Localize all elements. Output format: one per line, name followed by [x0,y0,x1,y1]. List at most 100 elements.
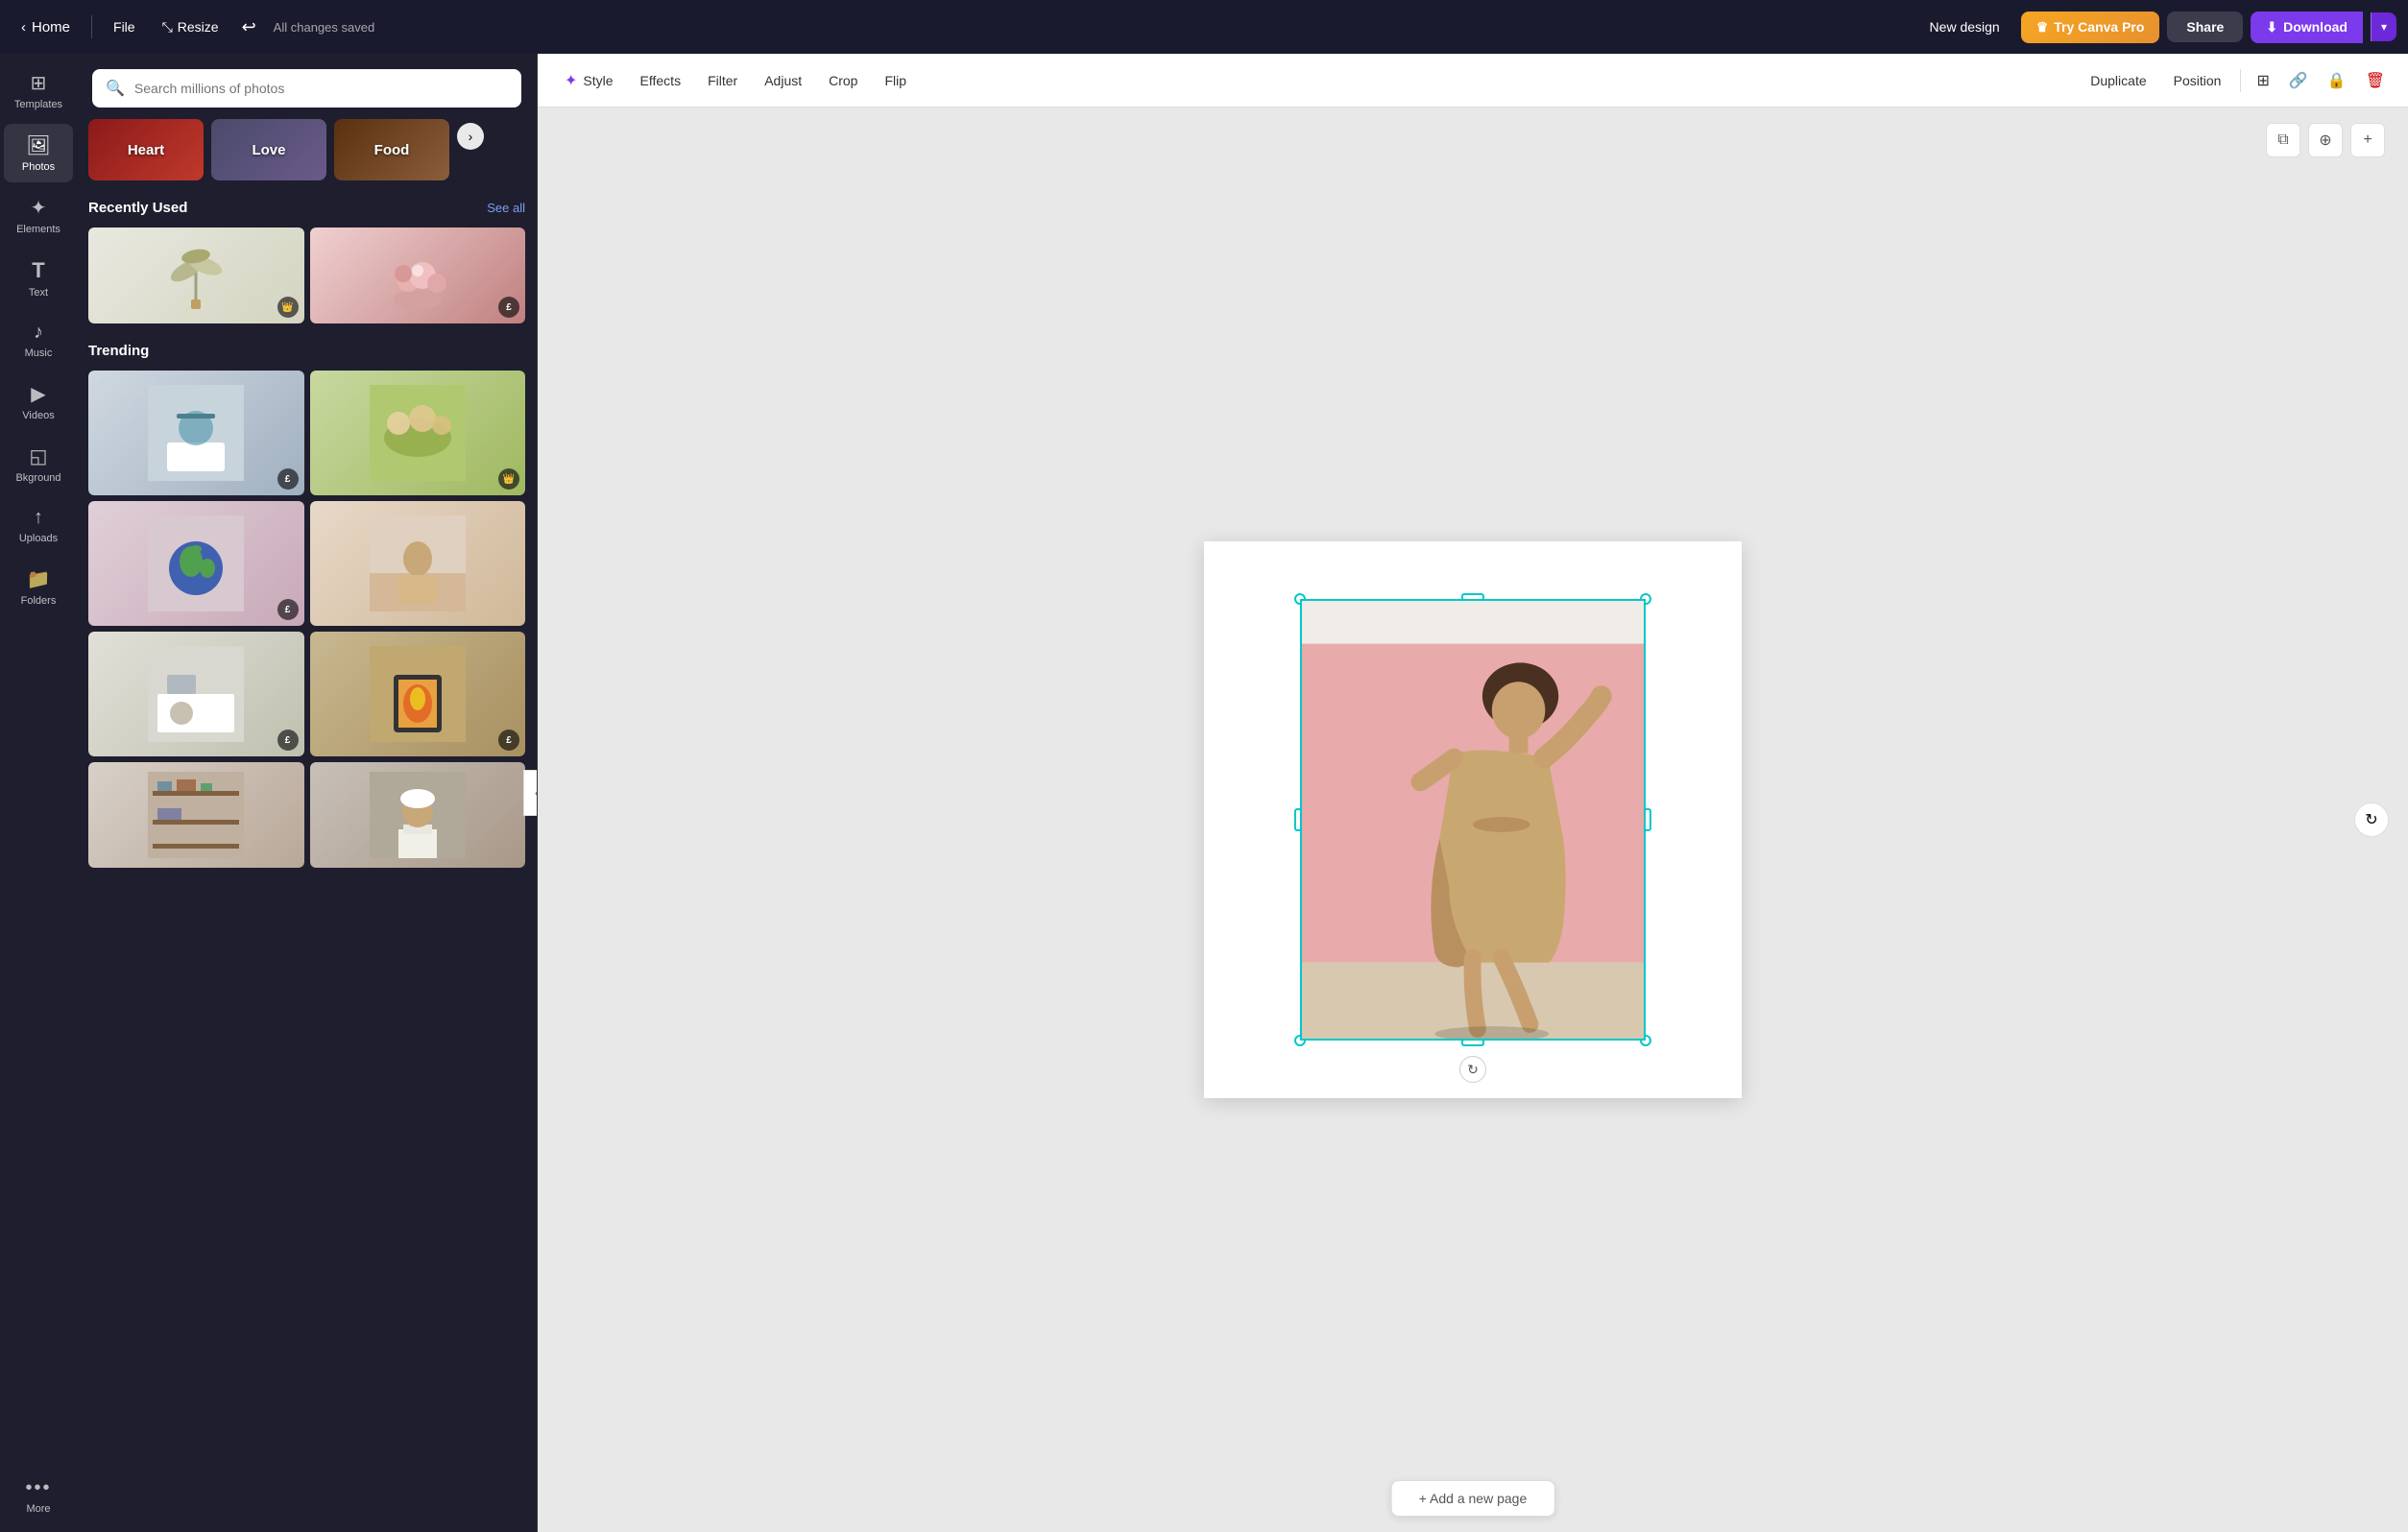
sidebar-item-label: Text [29,287,48,299]
category-next-arrow[interactable]: › [457,123,484,150]
download-button[interactable]: ⬇ Download [2251,12,2363,43]
photo-thumb-chef[interactable] [310,762,526,868]
category-heart-label: Heart [88,119,204,180]
download-dropdown-button[interactable]: ▾ [2371,12,2396,41]
toolbar: ✦ Style Effects Filter Adjust Crop Flip … [538,54,2408,108]
sidebar-item-music[interactable]: ♪ Music [4,312,73,369]
templates-icon: ⊞ [31,71,47,95]
category-strip: Heart Love Food › [77,119,537,192]
sidebar-item-more[interactable]: ••• More [4,1468,73,1524]
main-container: ⊞ Templates 🖼 Photos ✦ Elements T Text ♪… [0,54,2408,1532]
crop-button[interactable]: Crop [817,67,869,94]
filter-button[interactable]: Filter [696,67,749,94]
selected-image[interactable]: ↻ [1300,599,1646,1041]
sidebar-item-label: Templates [14,99,62,110]
share-button[interactable]: Share [2167,12,2243,42]
top-navigation: ‹ Home File ⤡ Resize ↩ All changes saved… [0,0,2408,54]
fireplace-image [370,646,466,742]
file-label: File [113,19,135,35]
effects-label: Effects [640,73,682,88]
see-all-button[interactable]: See all [487,201,525,215]
photo-thumb-cooking[interactable]: £ [88,371,304,495]
sidebar-item-templates[interactable]: ⊞ Templates [4,61,73,120]
chevron-down-icon: ▾ [2381,20,2387,34]
category-food-label: Food [334,119,449,180]
add-new-page-button[interactable]: + Add a new page [1391,1480,1555,1517]
person-image [370,515,466,611]
category-love[interactable]: Love [211,119,326,180]
palm-image [167,237,225,314]
sidebar-item-folders[interactable]: 📁 Folders [4,558,73,616]
photo-thumb-person[interactable] [310,501,526,626]
music-icon: ♪ [34,322,43,344]
lock-icon-button[interactable]: 🔒 [2320,65,2354,96]
hide-panel-button[interactable]: ‹ [523,770,538,816]
category-heart[interactable]: Heart [88,119,204,180]
search-input-wrap[interactable]: 🔍 [92,69,521,108]
saved-status: All changes saved [274,20,375,35]
canvas-workspace: ⧉ ⊕ + ↻ [538,108,2408,1532]
badge-pound-4: £ [277,730,299,751]
photo-thumb-picnic[interactable]: 👑 [310,371,526,495]
download-icon: ⬇ [2266,19,2277,36]
chevron-left-icon: ‹ [21,19,26,36]
file-button[interactable]: File [104,13,145,40]
more-icon: ••• [25,1477,51,1499]
canvas-page: ↻ [1204,541,1742,1098]
style-button[interactable]: ✦ Style [553,65,625,96]
sidebar-item-label: Photos [22,161,55,173]
badge-pound-3: £ [277,599,299,620]
resize-button[interactable]: ⤡ Resize [153,13,229,41]
sidebar-item-background[interactable]: ◱ Bkground [4,435,73,493]
badge-pound-5: £ [498,730,519,751]
sidebar-item-text[interactable]: T Text [4,249,73,308]
add-page-button-top[interactable]: + [2350,123,2385,157]
rotate-handle[interactable]: ↻ [1459,1056,1486,1083]
picnic-image [370,385,466,481]
copy-page-button[interactable]: ⧉ [2266,123,2300,157]
recently-used-header: Recently Used See all [88,200,525,216]
search-bar: 🔍 [77,54,537,119]
link-icon-button[interactable]: 🔗 [2281,65,2316,96]
canvas-image-svg [1302,601,1644,1039]
photo-thumb-shelves[interactable] [88,762,304,868]
photo-thumb-fireplace[interactable]: £ [310,632,526,756]
search-input[interactable] [134,81,508,96]
trending-grid: £ 👑 [88,371,525,868]
undo-button[interactable]: ↩ [236,12,262,43]
flip-button[interactable]: Flip [873,67,918,94]
category-food[interactable]: Food [334,119,449,180]
effects-button[interactable]: Effects [629,67,693,94]
duplicate-page-button[interactable]: ⊕ [2308,123,2343,157]
photo-thumb-flowers[interactable]: £ [310,227,526,323]
delete-icon-button[interactable]: 🗑 [2358,65,2393,96]
uploads-icon: ↑ [34,507,43,529]
grid-icon-button[interactable]: ⊞ [2249,65,2276,96]
photo-thumb-kitchen[interactable]: £ [88,632,304,756]
download-label: Download [2283,19,2348,35]
sidebar-item-label: Videos [22,410,54,421]
recently-used-title: Recently Used [88,200,187,216]
photo-thumb-palm[interactable]: 👑 [88,227,304,323]
filter-label: Filter [708,73,737,88]
nav-divider [91,15,92,38]
new-design-button[interactable]: New design [1916,13,2013,40]
home-button[interactable]: ‹ Home [12,13,80,41]
kitchen-image [148,646,244,742]
photo-thumb-earth[interactable]: £ [88,501,304,626]
duplicate-button[interactable]: Duplicate [2079,67,2157,94]
sidebar-item-label: Folders [21,595,57,607]
sidebar-item-videos[interactable]: ▶ Videos [4,372,73,431]
sidebar-item-elements[interactable]: ✦ Elements [4,186,73,245]
text-icon: T [32,258,44,283]
try-pro-button[interactable]: ♛ Try Canva Pro [2021,12,2160,43]
rotate-right-button[interactable]: ↻ [2354,802,2389,837]
position-button[interactable]: Position [2162,67,2233,94]
trending-title: Trending [88,343,149,359]
adjust-button[interactable]: Adjust [753,67,813,94]
sidebar-item-label: Music [25,347,53,359]
sidebar-item-uploads[interactable]: ↑ Uploads [4,497,73,554]
chef-image [370,772,466,858]
earth-image [148,515,244,611]
sidebar-item-photos[interactable]: 🖼 Photos [4,124,73,182]
